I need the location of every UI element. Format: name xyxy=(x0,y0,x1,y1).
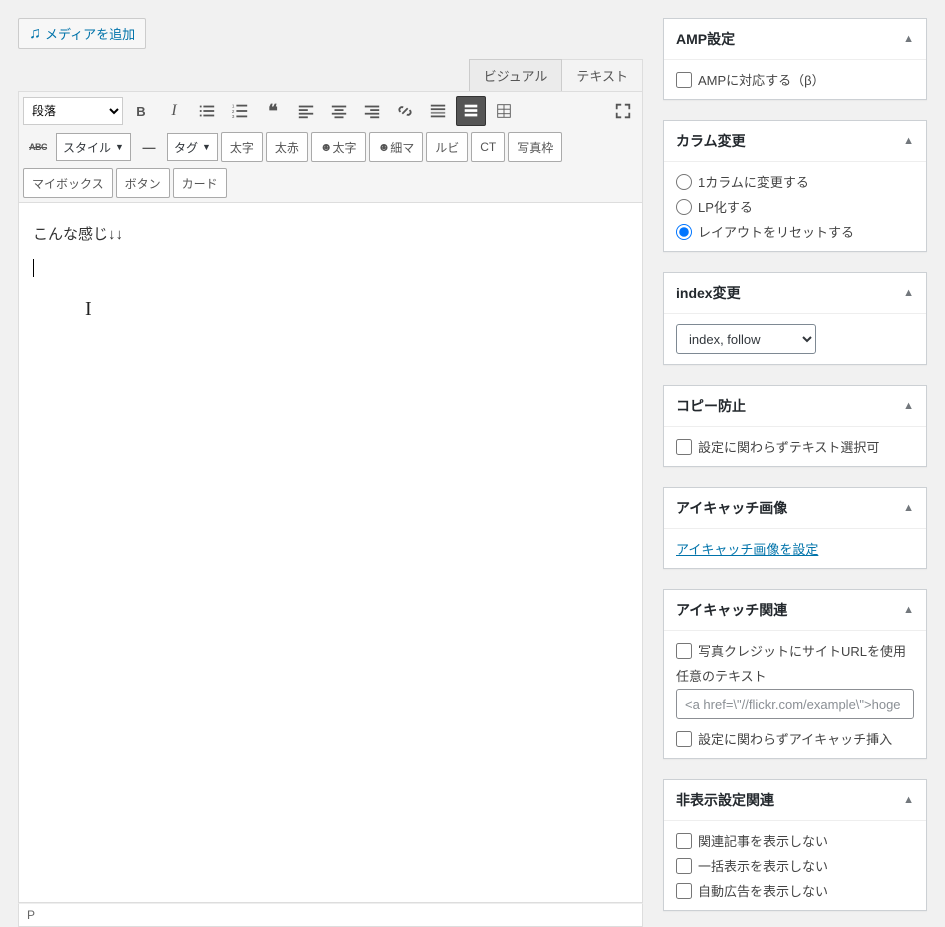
svg-text:1: 1 xyxy=(232,103,235,108)
panel-eyecatch-related-header[interactable]: アイキャッチ関連 ▲ xyxy=(664,590,926,631)
panel-column: カラム変更 ▲ 1カラムに変更する LP化する レイアウトをリセットする xyxy=(663,120,927,252)
force-eyecatch-checkbox[interactable] xyxy=(676,731,692,747)
chevron-up-icon: ▲ xyxy=(903,604,914,616)
italic-button[interactable]: I xyxy=(159,96,189,126)
align-right-button[interactable] xyxy=(357,96,387,126)
chevron-up-icon: ▲ xyxy=(903,287,914,299)
hide-ads-checkbox-label[interactable]: 自動広告を表示しない xyxy=(676,881,914,900)
tag-select[interactable]: タグ▼ xyxy=(167,133,218,161)
panel-index-header[interactable]: index変更 ▲ xyxy=(664,273,926,314)
panel-amp-header[interactable]: AMP設定 ▲ xyxy=(664,19,926,60)
hr-button[interactable]: — xyxy=(134,132,164,162)
panel-copy-header[interactable]: コピー防止 ▲ xyxy=(664,386,926,427)
red-text-button[interactable]: 太赤 xyxy=(266,132,308,162)
bullet-list-button[interactable] xyxy=(192,96,222,126)
panel-hide-header[interactable]: 非表示設定関連 ▲ xyxy=(664,780,926,821)
editor-toolbar: 段落 B I 123 ❝ ABC スタイル▼ — タグ▼ xyxy=(18,91,643,203)
mybox-button[interactable]: マイボックス xyxy=(23,168,113,198)
ruby-button[interactable]: ルビ xyxy=(426,132,468,162)
strikethrough-button[interactable]: ABC xyxy=(23,132,53,162)
amp-checkbox-label[interactable]: AMPに対応する（β） xyxy=(676,70,914,89)
ribbon-button[interactable]: ☻細マ xyxy=(369,132,424,162)
link-button[interactable] xyxy=(390,96,420,126)
hide-related-checkbox[interactable] xyxy=(676,833,692,849)
style-select[interactable]: スタイル▼ xyxy=(56,133,131,161)
panel-eyecatch-image-header[interactable]: アイキャッチ画像 ▲ xyxy=(664,488,926,529)
panel-amp-title: AMP設定 xyxy=(676,29,735,49)
panel-index: index変更 ▲ index, follow xyxy=(663,272,927,365)
panel-eyecatch-related: アイキャッチ関連 ▲ 写真クレジットにサイトURLを使用 任意のテキスト 設定に… xyxy=(663,589,927,759)
table-button[interactable] xyxy=(489,96,519,126)
panel-amp: AMP設定 ▲ AMPに対応する（β） xyxy=(663,18,927,100)
text-caret-icon: I xyxy=(85,298,92,321)
panel-column-header[interactable]: カラム変更 ▲ xyxy=(664,121,926,162)
hide-batch-checkbox-label[interactable]: 一括表示を表示しない xyxy=(676,856,914,875)
big-text-button[interactable]: ☻太字 xyxy=(311,132,366,162)
chevron-up-icon: ▲ xyxy=(903,502,914,514)
hide-related-checkbox-label[interactable]: 関連記事を表示しない xyxy=(676,831,914,850)
panel-column-title: カラム変更 xyxy=(676,131,746,151)
person-icon: ☻ xyxy=(378,140,391,154)
blockquote-button[interactable]: ❝ xyxy=(258,96,288,126)
svg-text:2: 2 xyxy=(232,109,235,114)
person-icon: ☻ xyxy=(320,140,333,154)
element-path: P xyxy=(27,908,35,922)
panel-copy: コピー防止 ▲ 設定に関わらずテキスト選択可 xyxy=(663,385,927,467)
panel-index-title: index変更 xyxy=(676,283,741,303)
align-center-button[interactable] xyxy=(324,96,354,126)
bold-button[interactable]: B xyxy=(126,96,156,126)
panel-eyecatch-image: アイキャッチ画像 ▲ アイキャッチ画像を設定 xyxy=(663,487,927,569)
chevron-up-icon: ▲ xyxy=(903,794,914,806)
hide-batch-checkbox[interactable] xyxy=(676,858,692,874)
content-paragraph: こんな感じ↓↓ xyxy=(33,223,628,244)
insert-more-button[interactable] xyxy=(423,96,453,126)
text-cursor xyxy=(33,259,34,277)
set-eyecatch-link[interactable]: アイキャッチ画像を設定 xyxy=(676,542,818,557)
column-radio-1[interactable] xyxy=(676,174,692,190)
column-radio-2[interactable] xyxy=(676,199,692,215)
chevron-up-icon: ▲ xyxy=(903,135,914,147)
amp-checkbox[interactable] xyxy=(676,72,692,88)
align-left-button[interactable] xyxy=(291,96,321,126)
panel-copy-title: コピー防止 xyxy=(676,396,746,416)
photo-credit-checkbox-label[interactable]: 写真クレジットにサイトURLを使用 xyxy=(676,641,914,660)
music-note-icon: ♫ xyxy=(29,26,41,42)
panel-hide: 非表示設定関連 ▲ 関連記事を表示しない 一括表示を表示しない 自動広告を表示し… xyxy=(663,779,927,911)
custom-text-label: 任意のテキスト xyxy=(676,666,914,685)
svg-text:3: 3 xyxy=(232,114,235,119)
copy-checkbox[interactable] xyxy=(676,439,692,455)
format-select[interactable]: 段落 xyxy=(23,97,123,125)
force-eyecatch-checkbox-label[interactable]: 設定に関わらずアイキャッチ挿入 xyxy=(676,729,914,748)
hide-ads-checkbox[interactable] xyxy=(676,883,692,899)
column-radio-3-label[interactable]: レイアウトをリセットする xyxy=(676,222,914,241)
custom-text-input[interactable] xyxy=(676,689,914,719)
panel-eyecatch-related-title: アイキャッチ関連 xyxy=(676,600,787,620)
add-media-label: メディアを追加 xyxy=(45,24,135,43)
ct-button[interactable]: CT xyxy=(471,132,505,162)
card-button[interactable]: カード xyxy=(173,168,227,198)
column-radio-1-label[interactable]: 1カラムに変更する xyxy=(676,172,914,191)
toolbar-toggle-button[interactable] xyxy=(456,96,486,126)
copy-checkbox-label[interactable]: 設定に関わらずテキスト選択可 xyxy=(676,437,914,456)
photo-frame-button[interactable]: 写真枠 xyxy=(508,132,562,162)
editor-content[interactable]: こんな感じ↓↓ I xyxy=(18,203,643,903)
add-media-button[interactable]: ♫ メディアを追加 xyxy=(18,18,146,49)
numbered-list-button[interactable]: 123 xyxy=(225,96,255,126)
tab-visual[interactable]: ビジュアル xyxy=(469,59,563,91)
bold-text-button[interactable]: 太字 xyxy=(221,132,263,162)
tab-text[interactable]: テキスト xyxy=(562,59,643,91)
button-insert-button[interactable]: ボタン xyxy=(116,168,170,198)
panel-hide-title: 非表示設定関連 xyxy=(676,790,774,810)
fullscreen-button[interactable] xyxy=(608,96,638,126)
column-radio-2-label[interactable]: LP化する xyxy=(676,197,914,216)
panel-eyecatch-image-title: アイキャッチ画像 xyxy=(676,498,787,518)
editor-status-bar: P xyxy=(18,903,643,927)
chevron-up-icon: ▲ xyxy=(903,400,914,412)
photo-credit-checkbox[interactable] xyxy=(676,643,692,659)
index-select[interactable]: index, follow xyxy=(676,324,816,354)
column-radio-3[interactable] xyxy=(676,224,692,240)
chevron-up-icon: ▲ xyxy=(903,33,914,45)
